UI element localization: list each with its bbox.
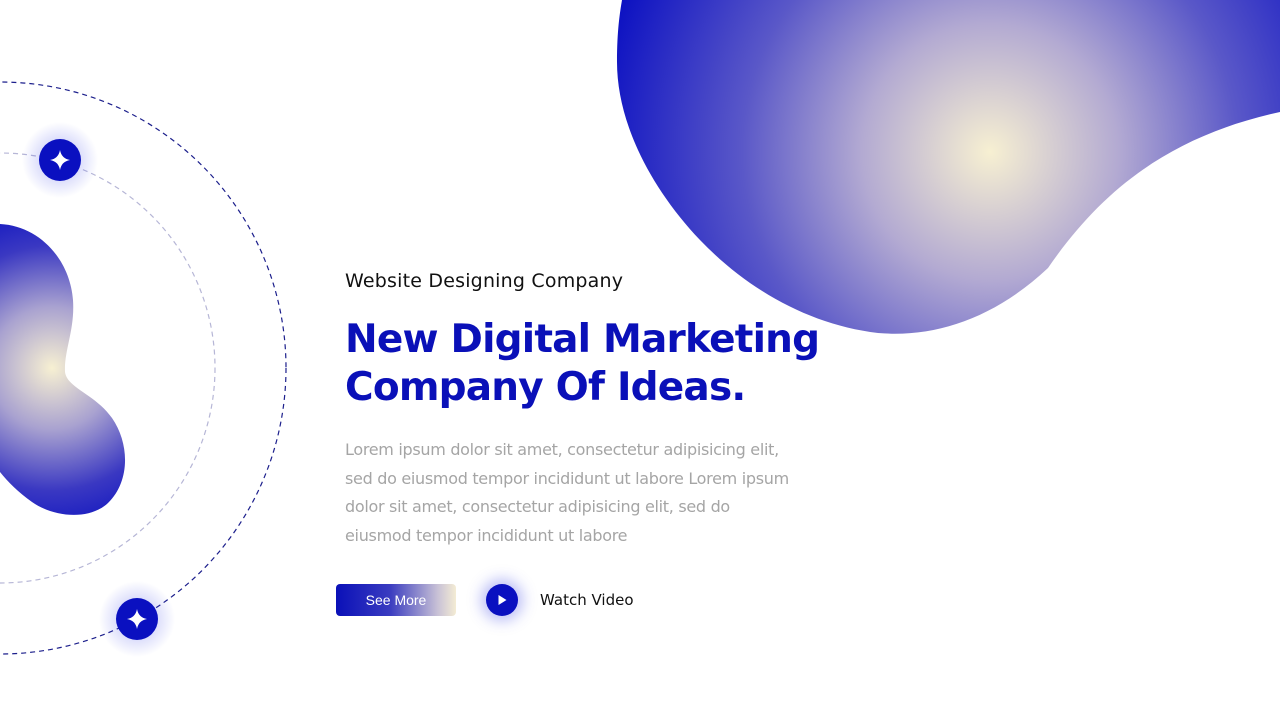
description-line-3: dolor sit amet, consectetur adipisicing …: [345, 497, 730, 517]
slide: Website Designing Company New Digital Ma…: [0, 0, 1280, 720]
star-badge-bottom: [99, 581, 175, 657]
company-subtitle: Website Designing Company: [345, 270, 624, 292]
left-gradient-blob: [0, 224, 126, 515]
watch-video-link[interactable]: Watch Video: [486, 583, 634, 617]
description-line-4: eiusmod tempor incididunt ut labore: [345, 526, 628, 546]
play-button[interactable]: [486, 584, 518, 616]
headline-line-1: New Digital Marketing: [345, 317, 820, 362]
description: Lorem ipsum dolor sit amet, consectetur …: [345, 436, 825, 551]
headline: New Digital Marketing Company Of Ideas.: [345, 316, 820, 412]
play-icon: [498, 595, 507, 605]
description-line-1: Lorem ipsum dolor sit amet, consectetur …: [345, 440, 779, 459]
star-badge-top: [22, 122, 98, 198]
headline-line-2: Company Of Ideas.: [345, 365, 746, 410]
description-line-2: sed do eiusmod tempor incididunt ut labo…: [345, 468, 789, 488]
top-right-gradient-blob: [617, 0, 1280, 334]
watch-video-label[interactable]: Watch Video: [540, 591, 634, 609]
see-more-button[interactable]: See More: [336, 584, 456, 616]
